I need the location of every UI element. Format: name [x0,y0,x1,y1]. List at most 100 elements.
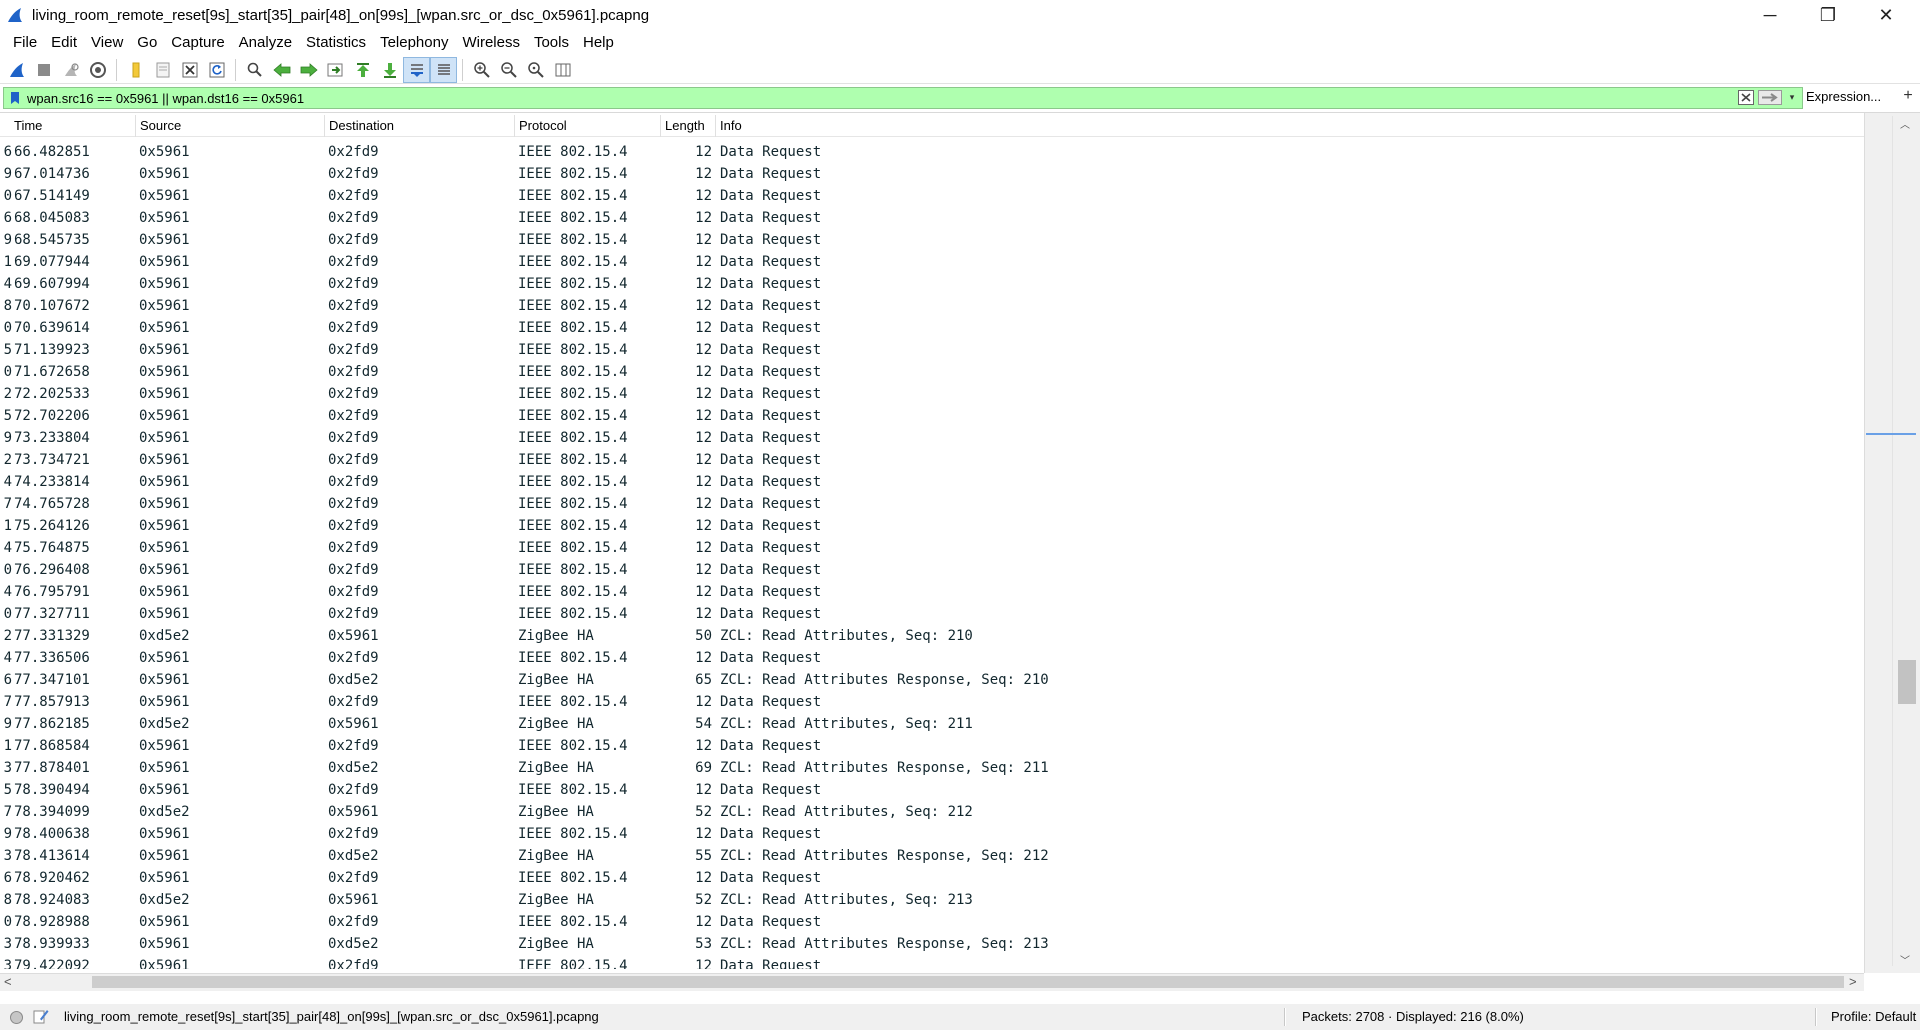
packet-row[interactable]: 7 77.857913 0x5961 0x2fd9 IEEE 802.15.4 12 Dat… [0,691,1864,713]
menu-file[interactable]: File [6,34,44,51]
packet-row[interactable]: 6 66.482851 0x5961 0x2fd9 IEEE 802.15.4 12 Dat… [0,141,1864,163]
colorize-icon[interactable] [430,56,457,83]
packet-row[interactable]: 9 73.233804 0x5961 0x2fd9 IEEE 802.15.4 12 Dat… [0,427,1864,449]
column-header-source[interactable]: Source [136,115,325,137]
expression-button[interactable]: Expression... [1806,89,1881,104]
packet-row[interactable]: 0 77.327711 0x5961 0x2fd9 IEEE 802.15.4 12 Dat… [0,603,1864,625]
packet-row[interactable]: 6 78.920462 0x5961 0x2fd9 IEEE 802.15.4 12 Dat… [0,867,1864,889]
packet-row[interactable]: 9 68.545735 0x5961 0x2fd9 IEEE 802.15.4 12 Dat… [0,229,1864,251]
packet-row[interactable]: 5 71.139923 0x5961 0x2fd9 IEEE 802.15.4 12 Dat… [0,339,1864,361]
packet-row[interactable]: 2 77.331329 0xd5e2 0x5961 ZigBee HA 50 ZCL: Re… [0,625,1864,647]
packet-row[interactable]: 0 71.672658 0x5961 0x2fd9 IEEE 802.15.4 12 Dat… [0,361,1864,383]
main-toolbar [0,56,1920,84]
packet-row[interactable]: 4 76.795791 0x5961 0x2fd9 IEEE 802.15.4 12 Dat… [0,581,1864,603]
column-header-time[interactable]: Time [10,115,136,137]
scroll-right-button[interactable]: > [1849,974,1857,989]
menu-go[interactable]: Go [130,34,164,51]
expert-info-indicator-icon[interactable] [10,1011,23,1024]
time-cell: 78.939933 [14,936,90,952]
filter-history-dropdown[interactable]: ▾ [1786,90,1798,105]
menu-analyze[interactable]: Analyze [232,34,299,51]
packet-row[interactable]: 0 67.514149 0x5961 0x2fd9 IEEE 802.15.4 12 Dat… [0,185,1864,207]
column-header-destination[interactable]: Destination [325,115,515,137]
vertical-scrollbar-thumb[interactable] [1898,660,1916,704]
resize-columns-icon[interactable] [550,58,575,82]
column-header-info[interactable]: Info [716,115,1864,137]
status-profile[interactable]: Profile: Default [1831,1009,1916,1024]
menu-wireless[interactable]: Wireless [455,34,527,51]
zoom-out-icon[interactable] [496,58,521,82]
capture-options-icon[interactable] [85,58,110,82]
stop-capture-icon[interactable] [31,58,56,82]
menu-edit[interactable]: Edit [44,34,84,51]
packet-row[interactable]: 5 72.702206 0x5961 0x2fd9 IEEE 802.15.4 12 Dat… [0,405,1864,427]
packet-row[interactable]: 8 70.107672 0x5961 0x2fd9 IEEE 802.15.4 12 Dat… [0,295,1864,317]
go-back-icon[interactable] [269,58,294,82]
open-file-icon[interactable] [123,58,148,82]
column-header-length[interactable]: Length [661,115,716,137]
source-cell: 0x5961 [139,364,190,380]
packet-row[interactable]: 2 73.734721 0x5961 0x2fd9 IEEE 802.15.4 12 Dat… [0,449,1864,471]
packet-row[interactable]: 4 77.336506 0x5961 0x2fd9 IEEE 802.15.4 12 Dat… [0,647,1864,669]
scroll-up-button[interactable]: ︿ [1896,116,1914,131]
source-cell: 0x5961 [139,452,190,468]
find-packet-icon[interactable] [242,58,267,82]
packet-row[interactable]: 3 78.939933 0x5961 0xd5e2 ZigBee HA 53 ZCL: Re… [0,933,1864,955]
zoom-normal-icon[interactable] [523,58,548,82]
length-cell: 12 [695,430,712,446]
maximize-button[interactable]: ❐ [1800,0,1856,30]
close-file-icon[interactable] [177,58,202,82]
go-to-packet-icon[interactable] [323,58,348,82]
packet-row[interactable]: 8 78.924083 0xd5e2 0x5961 ZigBee HA 52 ZCL: Re… [0,889,1864,911]
auto-scroll-icon[interactable] [403,56,430,83]
info-cell: Data Request [720,232,822,248]
menu-view[interactable]: View [84,34,130,51]
packet-row[interactable]: 6 77.347101 0x5961 0xd5e2 ZigBee HA 65 ZCL: Re… [0,669,1864,691]
packet-row[interactable]: 0 70.639614 0x5961 0x2fd9 IEEE 802.15.4 12 Dat… [0,317,1864,339]
scroll-left-button[interactable]: < [4,974,12,989]
packet-row[interactable]: 0 78.928988 0x5961 0x2fd9 IEEE 802.15.4 12 Dat… [0,911,1864,933]
bookmark-icon[interactable] [7,90,23,106]
clear-filter-icon[interactable] [1738,90,1754,105]
menu-telephony[interactable]: Telephony [373,34,455,51]
scroll-down-button[interactable]: ﹀ [1896,952,1914,967]
shark-fin-start-icon[interactable] [4,58,29,82]
column-header-protocol[interactable]: Protocol [515,115,661,137]
packet-row[interactable]: 3 77.878401 0x5961 0xd5e2 ZigBee HA 69 ZCL: Re… [0,757,1864,779]
zoom-in-icon[interactable] [469,58,494,82]
packet-row[interactable]: 4 74.233814 0x5961 0x2fd9 IEEE 802.15.4 12 Dat… [0,471,1864,493]
packet-row[interactable]: 1 75.264126 0x5961 0x2fd9 IEEE 802.15.4 12 Dat… [0,515,1864,537]
menu-help[interactable]: Help [576,34,621,51]
save-file-icon[interactable] [150,58,175,82]
close-window-button[interactable]: ✕ [1858,0,1914,30]
go-last-icon[interactable] [377,58,402,82]
go-first-icon[interactable] [350,58,375,82]
restart-capture-icon[interactable] [58,58,83,82]
apply-filter-icon[interactable] [1758,90,1782,105]
packet-row[interactable]: 6 68.045083 0x5961 0x2fd9 IEEE 802.15.4 12 Dat… [0,207,1864,229]
packet-row[interactable]: 0 76.296408 0x5961 0x2fd9 IEEE 802.15.4 12 Dat… [0,559,1864,581]
go-forward-icon[interactable] [296,58,321,82]
horizontal-scrollbar-thumb[interactable] [92,976,1844,988]
menu-statistics[interactable]: Statistics [299,34,373,51]
packet-row[interactable]: 4 75.764875 0x5961 0x2fd9 IEEE 802.15.4 12 Dat… [0,537,1864,559]
packet-row[interactable]: 3 79.422092 0x5961 0x2fd9 IEEE 802.15.4 12 Dat… [0,955,1864,969]
packet-row[interactable]: 1 77.868584 0x5961 0x2fd9 IEEE 802.15.4 12 Dat… [0,735,1864,757]
packet-row[interactable]: 7 74.765728 0x5961 0x2fd9 IEEE 802.15.4 12 Dat… [0,493,1864,515]
packet-row[interactable]: 5 78.390494 0x5961 0x2fd9 IEEE 802.15.4 12 Dat… [0,779,1864,801]
packet-row[interactable]: 3 78.413614 0x5961 0xd5e2 ZigBee HA 55 ZCL: Re… [0,845,1864,867]
packet-row[interactable]: 2 72.202533 0x5961 0x2fd9 IEEE 802.15.4 12 Dat… [0,383,1864,405]
packet-row[interactable]: 4 69.607994 0x5961 0x2fd9 IEEE 802.15.4 12 Dat… [0,273,1864,295]
menu-capture[interactable]: Capture [164,34,231,51]
display-filter-input[interactable] [23,89,1733,107]
packet-row[interactable]: 9 77.862185 0xd5e2 0x5961 ZigBee HA 54 ZCL: Re… [0,713,1864,735]
capture-comment-icon[interactable] [33,1008,49,1024]
minimize-button[interactable]: ─ [1742,0,1798,30]
packet-row[interactable]: 9 67.014736 0x5961 0x2fd9 IEEE 802.15.4 12 Dat… [0,163,1864,185]
menu-tools[interactable]: Tools [527,34,576,51]
packet-row[interactable]: 7 78.394099 0xd5e2 0x5961 ZigBee HA 52 ZCL: Re… [0,801,1864,823]
add-filter-button[interactable]: + [1899,87,1917,105]
packet-row[interactable]: 1 69.077944 0x5961 0x2fd9 IEEE 802.15.4 12 Dat… [0,251,1864,273]
reload-file-icon[interactable] [204,58,229,82]
packet-row[interactable]: 9 78.400638 0x5961 0x2fd9 IEEE 802.15.4 12 Dat… [0,823,1864,845]
